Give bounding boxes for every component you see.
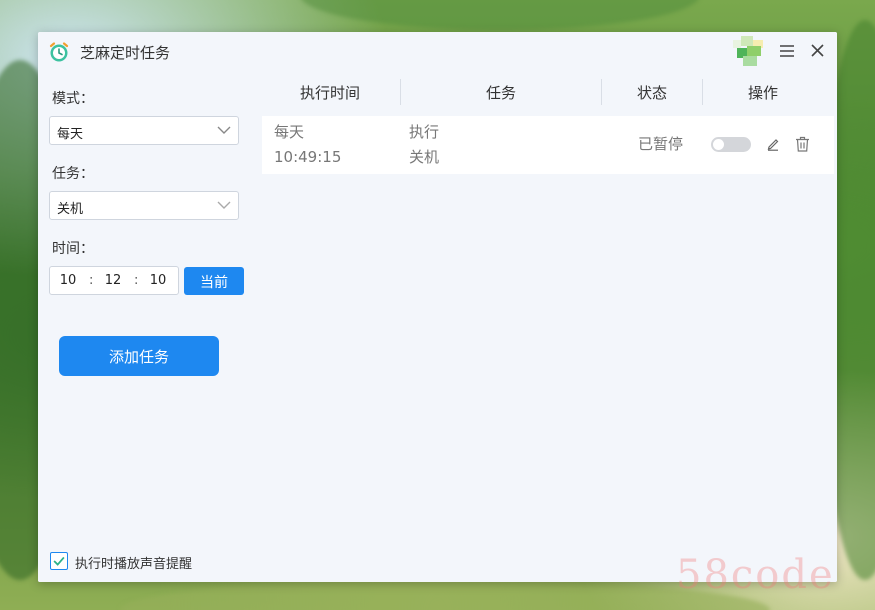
task-select[interactable]: 关机 (49, 191, 239, 220)
mode-label: 模式： (52, 91, 94, 107)
row-frequency: 每天 (274, 123, 305, 141)
avatar[interactable] (733, 36, 769, 66)
table-row: 每天 10:49:15 执行 关机 已暂停 (262, 116, 834, 174)
minute-input[interactable]: 12 (100, 273, 126, 288)
title-bar: 芝麻定时任务 (38, 32, 837, 72)
toggle-knob (713, 139, 724, 150)
task-table: 执行时间 任务 状态 操作 每天 10:49:15 执行 关机 已暂停 (260, 72, 837, 582)
settings-sidebar: 模式： 每天 任务： 关机 时间： 10 : 12 : 10 当前 添加任务 执… (38, 72, 258, 582)
time-picker: 10 : 12 : 10 (49, 266, 179, 295)
time-label: 时间： (52, 241, 94, 257)
background-foliage (300, 0, 700, 30)
time-separator: : (134, 273, 139, 288)
row-action: 执行 (409, 123, 440, 141)
mode-select-value: 每天 (57, 127, 84, 142)
background-foliage (120, 580, 770, 610)
current-time-button[interactable]: 当前 (184, 267, 244, 295)
app-window: 芝麻定时任务 模式： 每天 任务： 关机 时间： 10: 12: 10 当前… (38, 32, 837, 582)
row-task: 关机 (409, 148, 440, 166)
edit-icon[interactable] (766, 137, 780, 151)
close-icon[interactable] (810, 43, 825, 58)
time-separator: : (89, 273, 94, 288)
add-task-button[interactable]: 添加任务 (59, 336, 219, 376)
chevron-down-icon (217, 201, 231, 209)
row-time: 10:49:15 (274, 148, 342, 166)
task-select-value: 关机 (57, 202, 84, 217)
chevron-down-icon (217, 126, 231, 134)
sound-reminder-label: 执行时播放声音提醒 (75, 557, 193, 572)
menu-icon[interactable] (779, 43, 795, 59)
table-header: 执行时间 任务 状态 操作 (260, 72, 837, 110)
mode-select[interactable]: 每天 (49, 116, 239, 145)
row-status: 已暂停 (638, 135, 684, 153)
second-input[interactable]: 10 (145, 273, 171, 288)
sound-reminder-checkbox[interactable] (50, 552, 68, 570)
checkmark-icon (53, 556, 65, 566)
header-status: 状态 (636, 84, 667, 102)
watermark: 58code (676, 552, 835, 598)
header-exec-time: 执行时间 (299, 84, 360, 102)
alarm-clock-icon (49, 42, 69, 62)
trash-icon[interactable] (795, 136, 810, 152)
header-task: 任务 (485, 84, 516, 102)
enable-toggle[interactable] (711, 137, 751, 152)
app-title: 芝麻定时任务 (80, 44, 171, 62)
task-label: 任务： (52, 166, 94, 182)
header-actions: 操作 (747, 84, 778, 102)
hour-input[interactable]: 10 (55, 273, 81, 288)
